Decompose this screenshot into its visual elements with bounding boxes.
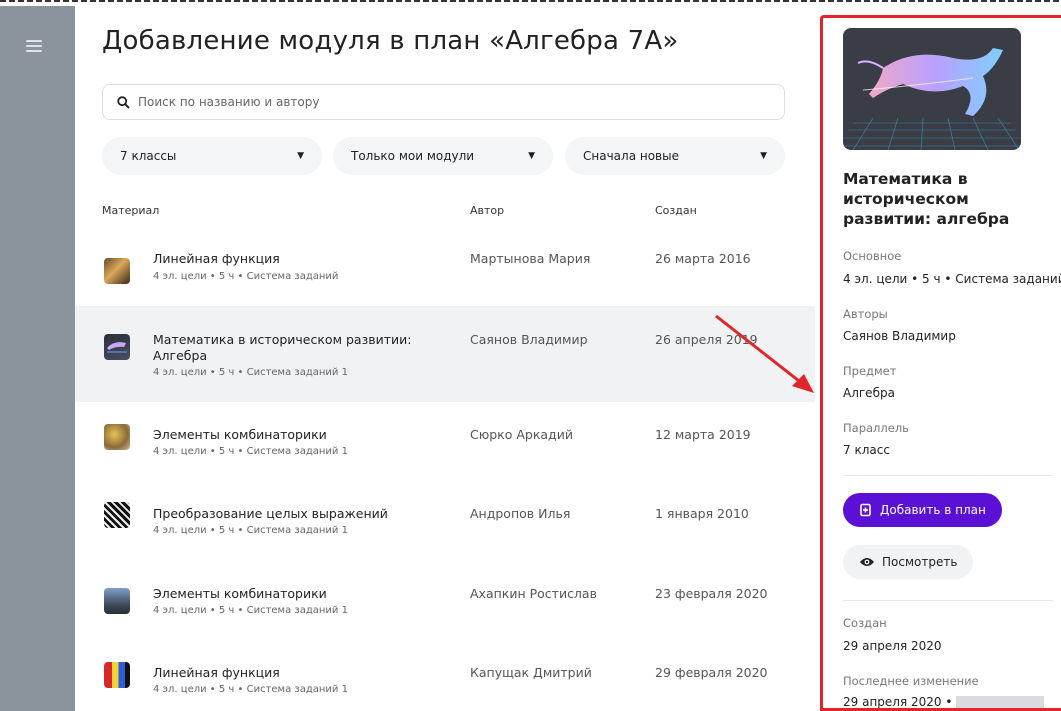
view-label: Посмотреть — [882, 555, 958, 569]
module-date: 23 февраля 2020 — [655, 586, 768, 601]
module-name: Математика в историческом развитии: Алге… — [153, 332, 412, 363]
module-name: Преобразование целых выражений — [153, 506, 388, 521]
add-to-plan-button[interactable]: Добавить в план — [843, 493, 1002, 527]
redacted-block — [956, 696, 1045, 708]
search-field[interactable] — [102, 84, 785, 120]
created-label: Создан — [843, 616, 887, 630]
module-meta: 4 эл. цели • 5 ч • Система заданий 1 — [153, 525, 348, 536]
caret-down-icon: ▼ — [528, 151, 535, 161]
grade-filter[interactable]: 7 классы ▼ — [102, 137, 322, 175]
created-value: 29 апреля 2020 — [843, 639, 942, 653]
module-thumbnail — [104, 424, 130, 450]
grade-label: Параллель — [843, 421, 909, 435]
module-name: Элементы комбинаторики — [153, 427, 327, 442]
module-author: Мартынова Мария — [470, 251, 591, 266]
module-thumbnail — [104, 334, 130, 360]
sort-filter[interactable]: Сначала новые ▼ — [565, 137, 785, 175]
main-info-label: Основное — [843, 249, 902, 263]
authors-label: Авторы — [843, 307, 888, 321]
panel-title: Математика в историческом развитии: алге… — [843, 170, 1010, 228]
module-thumbnail — [104, 258, 130, 284]
module-thumbnail — [104, 662, 130, 688]
modified-date: 29 апреля 2020 • — [843, 695, 953, 709]
add-to-plan-label: Добавить в план — [880, 503, 986, 517]
search-icon — [117, 95, 130, 109]
module-date: 12 марта 2019 — [655, 427, 751, 442]
subject-value: Алгебра — [843, 386, 895, 400]
menu-icon[interactable] — [26, 40, 42, 52]
sort-filter-label: Сначала новые — [583, 149, 679, 163]
ownership-filter[interactable]: Только мои модули ▼ — [333, 137, 553, 175]
module-author: Капущак Дмитрий — [470, 665, 592, 680]
sidebar — [0, 0, 75, 711]
column-header-created[interactable]: Создан — [655, 204, 697, 217]
module-cover-image — [843, 28, 1021, 150]
page-title: Добавление модуля в план «Алгебра 7А» — [102, 26, 679, 56]
caret-down-icon: ▼ — [760, 151, 767, 161]
module-author: Саянов Владимир — [470, 332, 588, 347]
module-details-panel: Математика в историческом развитии: алге… — [820, 15, 1061, 711]
modified-label: Последнее изменение — [843, 674, 979, 688]
module-meta: 4 эл. цели • 5 ч • Система заданий 1 — [153, 446, 348, 457]
module-date: 29 февраля 2020 — [655, 665, 768, 680]
modified-value: 29 апреля 2020 • — [843, 695, 1045, 709]
module-meta: 4 эл. цели • 5 ч • Система заданий 1 — [153, 605, 348, 616]
caret-down-icon: ▼ — [297, 151, 304, 161]
module-thumbnail — [104, 502, 130, 528]
eye-icon — [860, 558, 874, 566]
module-author: Ахапкин Ростислав — [470, 586, 597, 601]
column-header-material[interactable]: Материал — [102, 204, 159, 217]
module-author: Сюрко Аркадий — [470, 427, 573, 442]
table-row[interactable]: Линейная функция 4 эл. цели • 5 ч • Сист… — [75, 640, 815, 711]
column-header-author[interactable]: Автор — [470, 204, 504, 217]
view-button[interactable]: Посмотреть — [843, 545, 974, 579]
module-name: Элементы комбинаторики — [153, 586, 327, 601]
ownership-filter-label: Только мои модули — [351, 149, 475, 163]
authors-value: Саянов Владимир — [843, 329, 956, 343]
book-add-icon — [860, 503, 871, 517]
module-name: Линейная функция — [153, 665, 280, 680]
grade-filter-label: 7 классы — [120, 149, 177, 163]
module-meta: 4 эл. цели • 5 ч • Система заданий 1 — [153, 367, 348, 378]
module-name: Линейная функция — [153, 251, 280, 266]
module-author: Андропов Илья — [470, 506, 571, 521]
annotation-arrow — [715, 314, 814, 393]
module-meta: 4 эл. цели • 5 ч • Система заданий — [153, 271, 339, 282]
module-thumbnail — [104, 588, 130, 614]
module-meta: 4 эл. цели • 5 ч • Система заданий 1 — [153, 684, 348, 695]
divider — [843, 600, 1053, 601]
grade-value: 7 класс — [843, 443, 890, 457]
module-date: 1 января 2010 — [655, 506, 749, 521]
divider — [843, 475, 1053, 476]
module-date: 26 марта 2016 — [655, 251, 751, 266]
subject-label: Предмет — [843, 364, 897, 378]
main-info-value: 4 эл. цели • 5 ч • Система заданий 1 — [843, 272, 1061, 286]
search-input[interactable] — [138, 95, 738, 109]
top-strip — [0, 0, 1061, 6]
